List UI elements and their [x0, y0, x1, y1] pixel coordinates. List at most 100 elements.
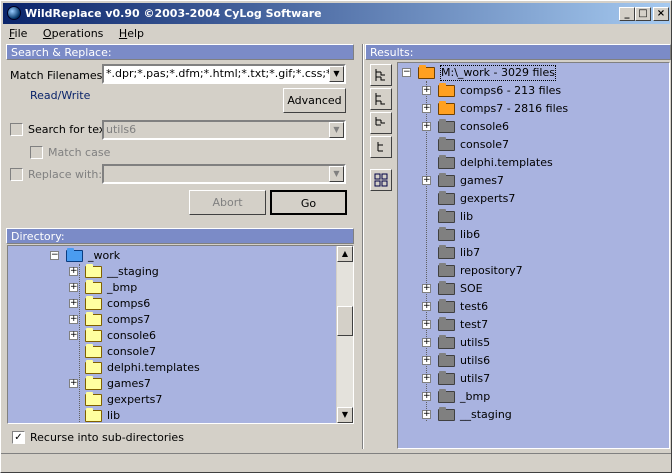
chevron-down-icon[interactable]: ▼	[329, 66, 344, 82]
folder-icon	[85, 360, 102, 374]
match-case-checkbox[interactable]	[30, 146, 43, 159]
expand-icon[interactable]: +	[422, 176, 431, 185]
folder-label: repository7	[460, 264, 523, 277]
results-item[interactable]: lib6	[398, 226, 669, 244]
replace-combo[interactable]: ▼	[102, 164, 346, 184]
directory-tree[interactable]: − _work + __staging + _bmp + comps6 + comps7 + cons…	[8, 246, 336, 423]
expand-icon[interactable]: +	[69, 299, 78, 308]
status-bar	[1, 453, 671, 472]
title-bar[interactable]: WildReplace v0.90 ©2003-2004 CyLog Softw…	[3, 3, 670, 24]
expand-icon[interactable]: +	[422, 104, 431, 113]
results-item[interactable]: + test7	[398, 316, 669, 334]
results-item[interactable]: + test6	[398, 298, 669, 316]
results-tree[interactable]: − M:\_work - 3029 files + comps6 - 213 file…	[398, 63, 669, 448]
maximize-icon[interactable]: □	[635, 7, 651, 21]
splitter[interactable]	[362, 44, 364, 449]
menu-operations[interactable]: Operations	[37, 25, 110, 43]
results-item[interactable]: + _bmp	[398, 388, 669, 406]
expand-icon[interactable]: +	[422, 284, 431, 293]
expand-icon[interactable]: +	[422, 392, 431, 401]
folder-icon	[85, 376, 102, 390]
results-item[interactable]: lib	[398, 208, 669, 226]
expand-icon[interactable]: +	[422, 356, 431, 365]
folder-icon	[438, 389, 455, 403]
directory-tree-frame: − _work + __staging + _bmp + comps6 + comps7 + cons…	[7, 245, 354, 424]
results-item[interactable]: gexperts7	[398, 190, 669, 208]
results-root[interactable]: − M:\_work - 3029 files	[398, 64, 669, 82]
results-item[interactable]: repository7	[398, 262, 669, 280]
results-item[interactable]: + comps6 - 213 files	[398, 82, 669, 100]
replace-label: Replace with:	[28, 168, 103, 181]
expand-icon[interactable]: +	[422, 374, 431, 383]
chevron-down-icon[interactable]: ▼	[329, 122, 344, 138]
expand-icon[interactable]: +	[422, 410, 431, 419]
folder-icon	[85, 312, 102, 326]
results-item[interactable]: delphi.templates	[398, 154, 669, 172]
menu-bar: File Operations Help	[3, 25, 150, 43]
results-item[interactable]: + comps7 - 2816 files	[398, 100, 669, 118]
expand-icon[interactable]: +	[69, 315, 78, 324]
folder-icon	[438, 173, 455, 187]
expand-level-icon[interactable]	[370, 112, 392, 134]
search-text-combo[interactable]: utils6 ▼	[102, 120, 346, 140]
expand-icon[interactable]: +	[422, 338, 431, 347]
close-icon[interactable]: ×	[653, 7, 669, 21]
expand-icon[interactable]: +	[69, 283, 78, 292]
expand-icon[interactable]: +	[69, 379, 78, 388]
menu-file[interactable]: File	[3, 25, 33, 43]
folder-label: gexperts7	[460, 192, 516, 205]
expand-icon[interactable]: +	[69, 267, 78, 276]
expand-icon[interactable]: +	[422, 320, 431, 329]
expand-icon[interactable]: +	[422, 302, 431, 311]
folder-icon	[438, 371, 455, 385]
folder-label: console6	[460, 120, 510, 133]
folder-label: _bmp	[460, 390, 491, 403]
app-globe-icon	[7, 6, 21, 20]
results-item[interactable]: + utils6	[398, 352, 669, 370]
expand-all-icon[interactable]	[370, 64, 392, 86]
folder-icon	[85, 280, 102, 294]
results-item[interactable]: + console6	[398, 118, 669, 136]
abort-button[interactable]: Abort	[189, 190, 266, 215]
scroll-thumb[interactable]	[337, 306, 353, 336]
folder-icon	[85, 392, 102, 406]
directory-scrollbar[interactable]: ▲ ▼	[336, 246, 353, 423]
replace-checkbox[interactable]	[10, 168, 23, 181]
directory-item[interactable]: lib	[8, 407, 336, 423]
advanced-button[interactable]: Advanced	[283, 88, 346, 113]
menu-help[interactable]: Help	[113, 25, 150, 43]
search-text-checkbox[interactable]	[10, 123, 23, 136]
match-filenames-combo[interactable]: *.dpr;*.pas;*.dfm;*.html;*.txt;*.gif;*.c…	[102, 64, 346, 84]
expand-icon[interactable]: +	[69, 331, 78, 340]
folder-icon	[438, 155, 455, 169]
folder-label: lib6	[460, 228, 481, 241]
results-item[interactable]: + utils5	[398, 334, 669, 352]
collapse-level-icon[interactable]	[370, 136, 392, 158]
collapse-icon[interactable]: −	[50, 251, 59, 260]
folder-label: lib7	[460, 246, 481, 259]
folder-icon	[438, 119, 455, 133]
results-item[interactable]: + SOE	[398, 280, 669, 298]
folder-icon	[438, 245, 455, 259]
expand-icon[interactable]: +	[422, 86, 431, 95]
folder-icon	[438, 101, 455, 115]
folder-label: utils5	[460, 336, 491, 349]
results-item[interactable]: + games7	[398, 172, 669, 190]
minimize-icon[interactable]: _	[619, 7, 635, 21]
collapse-icon[interactable]: −	[402, 68, 411, 77]
results-item[interactable]: lib7	[398, 244, 669, 262]
chevron-down-icon[interactable]: ▼	[329, 166, 344, 182]
expand-icon[interactable]: +	[422, 122, 431, 131]
scroll-down-icon[interactable]: ▼	[337, 407, 353, 423]
grid-view-icon[interactable]	[370, 169, 392, 191]
results-item[interactable]: + utils7	[398, 370, 669, 388]
go-button[interactable]: Go	[270, 190, 347, 215]
mode-link[interactable]: Read/Write	[30, 89, 90, 102]
results-header: Results:	[365, 44, 671, 60]
collapse-all-icon[interactable]	[370, 88, 392, 110]
match-case-label: Match case	[48, 146, 111, 159]
results-item[interactable]: + __staging	[398, 406, 669, 424]
results-item[interactable]: console7	[398, 136, 669, 154]
recurse-checkbox[interactable]: ✓	[12, 431, 25, 444]
scroll-up-icon[interactable]: ▲	[337, 246, 353, 262]
